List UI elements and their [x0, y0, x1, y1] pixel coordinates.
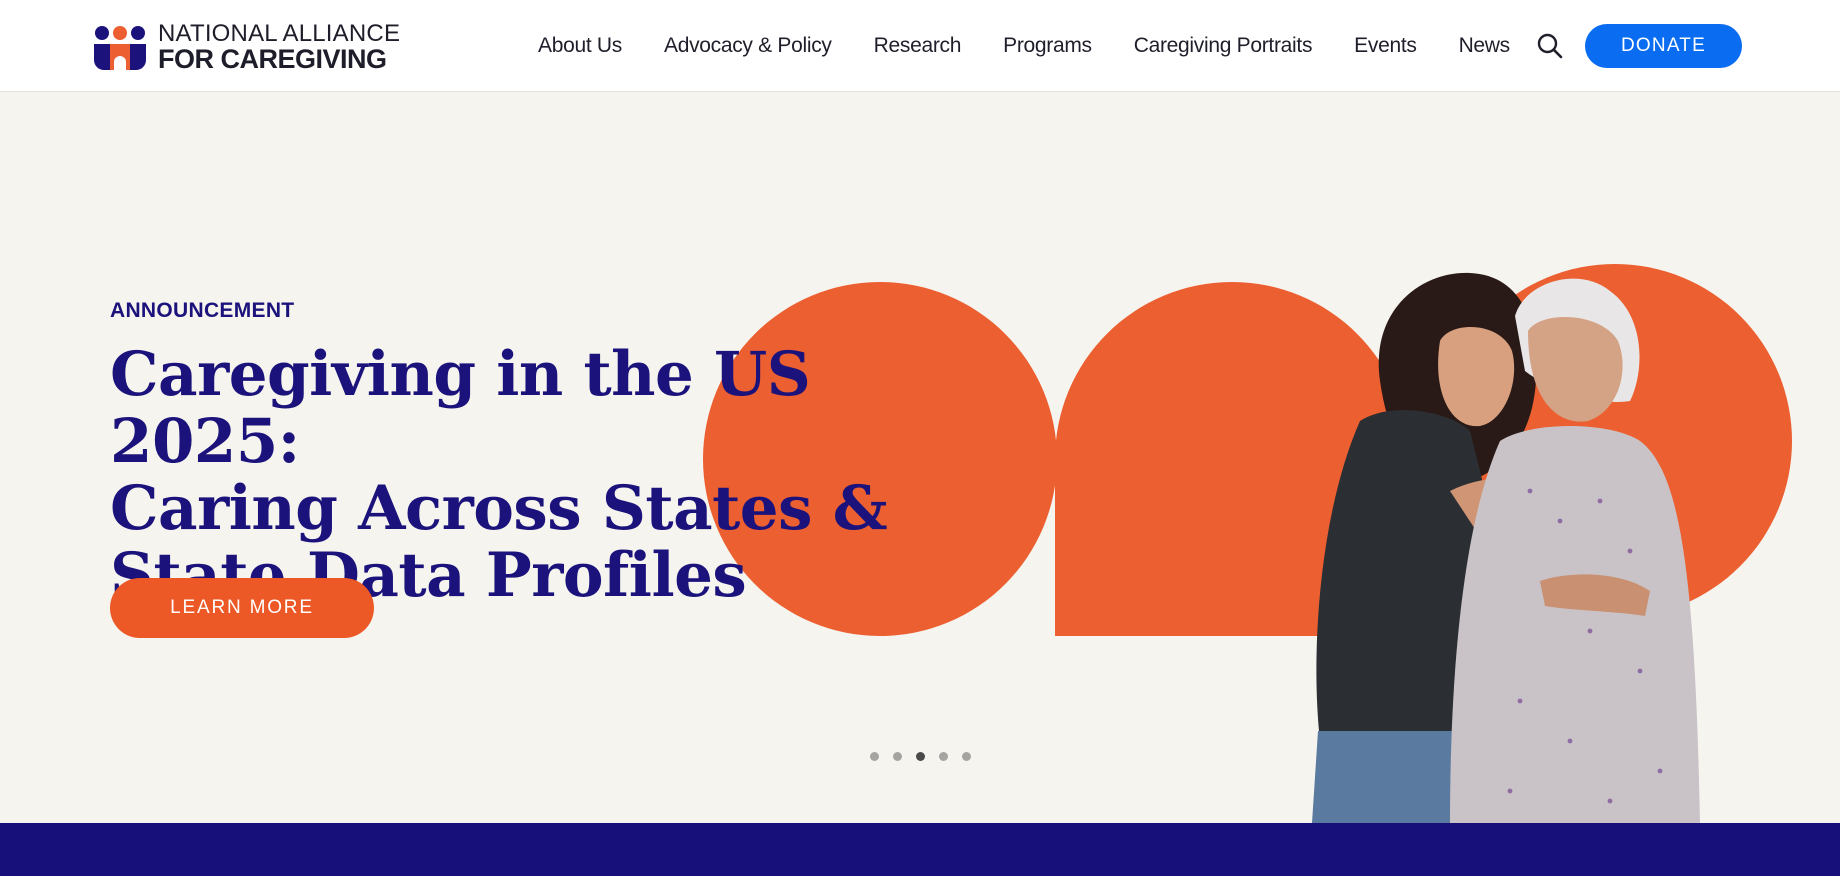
nav-item-caregiving-portraits[interactable]: Caregiving Portraits	[1134, 34, 1313, 58]
nav-item-advocacy-policy[interactable]: Advocacy & Policy	[664, 34, 832, 58]
donate-button[interactable]: DONATE	[1585, 24, 1742, 68]
carousel-dot-5[interactable]	[962, 752, 971, 761]
carousel-dot-4[interactable]	[939, 752, 948, 761]
search-icon[interactable]	[1536, 32, 1564, 60]
navy-band	[0, 823, 1840, 876]
hero-carousel: ANNOUNCEMENT Caregiving in the US 2025: …	[0, 93, 1840, 823]
nav-item-about-us[interactable]: About Us	[538, 34, 622, 58]
carousel-dots	[870, 752, 971, 761]
learn-more-button[interactable]: LEARN MORE	[110, 578, 374, 638]
caregivers-photo	[1312, 272, 1700, 823]
main-nav: About Us Advocacy & Policy Research Prog…	[538, 0, 1552, 92]
carousel-dot-1[interactable]	[870, 752, 879, 761]
logo-line2: FOR CAREGIVING	[158, 44, 387, 74]
nav-item-news[interactable]: News	[1459, 34, 1511, 58]
nav-item-events[interactable]: Events	[1354, 34, 1417, 58]
headline-line: Caring Across States &	[110, 473, 888, 544]
nav-item-programs[interactable]: Programs	[1003, 34, 1092, 58]
hero-headline: Caregiving in the US 2025: Caring Across…	[110, 341, 910, 609]
carousel-dot-2[interactable]	[893, 752, 902, 761]
logo-text: NATIONAL ALLIANCE FOR CAREGIVING	[158, 22, 400, 73]
announcement-eyebrow: ANNOUNCEMENT	[110, 299, 295, 322]
site-header: NATIONAL ALLIANCE FOR CAREGIVING About U…	[0, 0, 1840, 92]
headline-line: Caregiving in the US 2025:	[110, 339, 811, 477]
site-logo[interactable]: NATIONAL ALLIANCE FOR CAREGIVING	[92, 22, 400, 73]
logo-line1: NATIONAL ALLIANCE	[158, 20, 401, 47]
carousel-dot-3[interactable]	[916, 752, 925, 761]
logo-mark-icon	[94, 25, 146, 70]
nav-item-research[interactable]: Research	[874, 34, 962, 58]
